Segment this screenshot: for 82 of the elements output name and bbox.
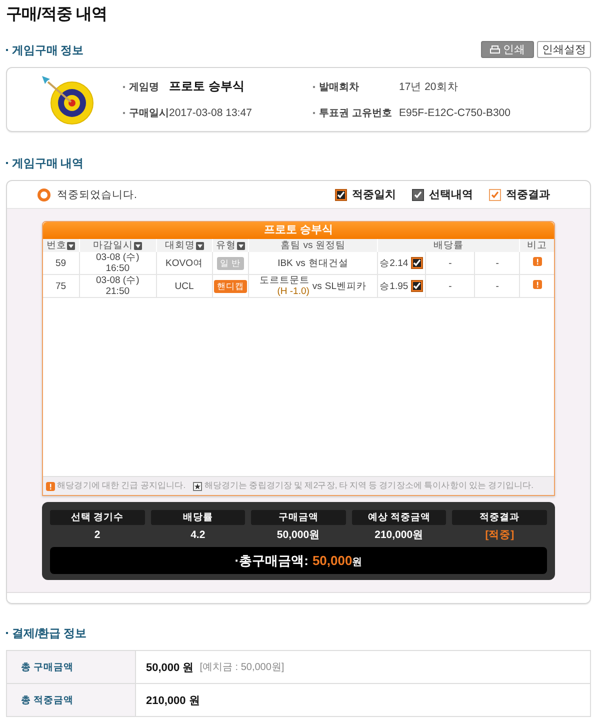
target-icon [40, 74, 96, 126]
game-type-badge: 일 반 [217, 256, 244, 270]
column-header: 홈팀 vs 원정팀 [280, 239, 346, 252]
sort-icon[interactable] [134, 242, 142, 250]
circle-icon [37, 188, 51, 202]
column-header: 배당률 [434, 239, 464, 252]
field-value: 2017-03-08 13:47 [169, 106, 252, 118]
sort-icon[interactable] [196, 242, 204, 250]
column-header: 마감일시 [93, 239, 134, 252]
status-text: 적중되었습니다. [57, 188, 137, 202]
row-label: 총 적중금액 [7, 684, 136, 716]
summary-header: 구매금액 [251, 510, 346, 525]
print-settings-button[interactable]: 인쇄설정 [537, 41, 591, 58]
summary-header: 예상 적중금액 [352, 510, 446, 525]
versus-text: vs [296, 258, 306, 268]
amount-value: 50,000 원 [146, 660, 194, 674]
notice-text: 해당경기에 대한 긴급 공지입니다. [57, 480, 186, 492]
legend-label: 적중일치 [352, 188, 396, 202]
row-number: 59 [55, 258, 66, 268]
total-label: ·총구매금액: [234, 552, 308, 570]
sort-icon[interactable] [236, 242, 245, 250]
away-team: 현대건설 [308, 258, 348, 268]
home-team: IBK [278, 258, 293, 268]
odds-value: - [448, 258, 452, 268]
printer-icon [490, 45, 500, 54]
notice-text: 해당경기는 중립경기장 및 제2구장, 타 지역 등 경기장소에 특이사항이 있는 경기입니다. [204, 480, 534, 492]
game-type-badge: 핸디캡 [214, 280, 247, 292]
summary-value: 210,000원 [374, 528, 425, 543]
checkbox-icon [335, 188, 347, 200]
home-team: 도르트문트 [259, 275, 310, 286]
summary-value: 50,000원 [276, 528, 322, 543]
section-title: 게임구매 내역 [12, 158, 84, 170]
summary-header: 배당률 [150, 510, 246, 525]
summary-header: 선택 경기수 [50, 510, 145, 525]
odds-value: 승2.14 [380, 258, 408, 268]
deadline-time: 21:50 [104, 286, 131, 297]
star-icon [193, 482, 202, 490]
column-header: 비고 [527, 239, 548, 252]
alert-icon[interactable] [532, 280, 542, 289]
page-title: 구매/적중 내역 [6, 5, 108, 25]
summary-value: 4.2 [190, 528, 206, 543]
section-title: 결제/환급 정보 [12, 628, 86, 640]
legend-label: 선택내역 [429, 188, 473, 202]
summary-value: [적중] [484, 528, 516, 543]
total-amount: 50,000 [312, 552, 352, 568]
summary-header: 적중결과 [452, 510, 547, 525]
sort-icon[interactable] [67, 242, 76, 250]
versus-text: vs [312, 280, 322, 292]
odds-value: - [496, 258, 499, 268]
column-header: 대회명 [164, 239, 195, 252]
deadline-time: 16:50 [104, 263, 131, 274]
league-name: UCL [174, 280, 194, 292]
field-label: 게임명 [123, 80, 169, 94]
checkbox-icon [489, 188, 501, 200]
field-label: 발매회차 [313, 80, 399, 94]
table-title-bar: 프로토 승부식 [43, 222, 554, 239]
legend-label: 적중결과 [506, 188, 550, 202]
deposit-note: [예치금 : 50,000원] [200, 661, 284, 674]
column-header: 유형 [216, 239, 236, 252]
handicap-value: (H -1.0) [277, 286, 310, 297]
away-team: SL벤피카 [324, 280, 367, 292]
currency-unit: 원 [352, 556, 362, 568]
amount-value: 210,000 원 [146, 694, 200, 708]
odds-value: - [496, 280, 499, 292]
row-number: 75 [55, 280, 66, 292]
field-value: 17년 20회차 [399, 80, 458, 94]
league-name: KOVO여 [166, 258, 203, 268]
alert-icon[interactable] [532, 257, 542, 266]
field-value: E95F-E12C-C750-B300 [399, 106, 510, 118]
deadline-date: 03-08 (수) [95, 275, 140, 286]
deadline-date: 03-08 (수) [95, 252, 140, 263]
odds-value: 승1.95 [380, 280, 408, 292]
column-header: 번호 [46, 239, 66, 252]
section-title: 게임구매 정보 [12, 45, 84, 57]
field-label: 투표권 고유번호 [313, 106, 399, 120]
field-label: 구매일시 [123, 106, 169, 120]
alert-icon [46, 482, 55, 490]
field-value: 프로토 승부식 [169, 78, 244, 95]
row-label: 총 구매금액 [7, 651, 136, 683]
checkbox-icon [412, 188, 424, 200]
summary-value: 2 [93, 528, 102, 543]
odds-value: - [448, 280, 452, 292]
